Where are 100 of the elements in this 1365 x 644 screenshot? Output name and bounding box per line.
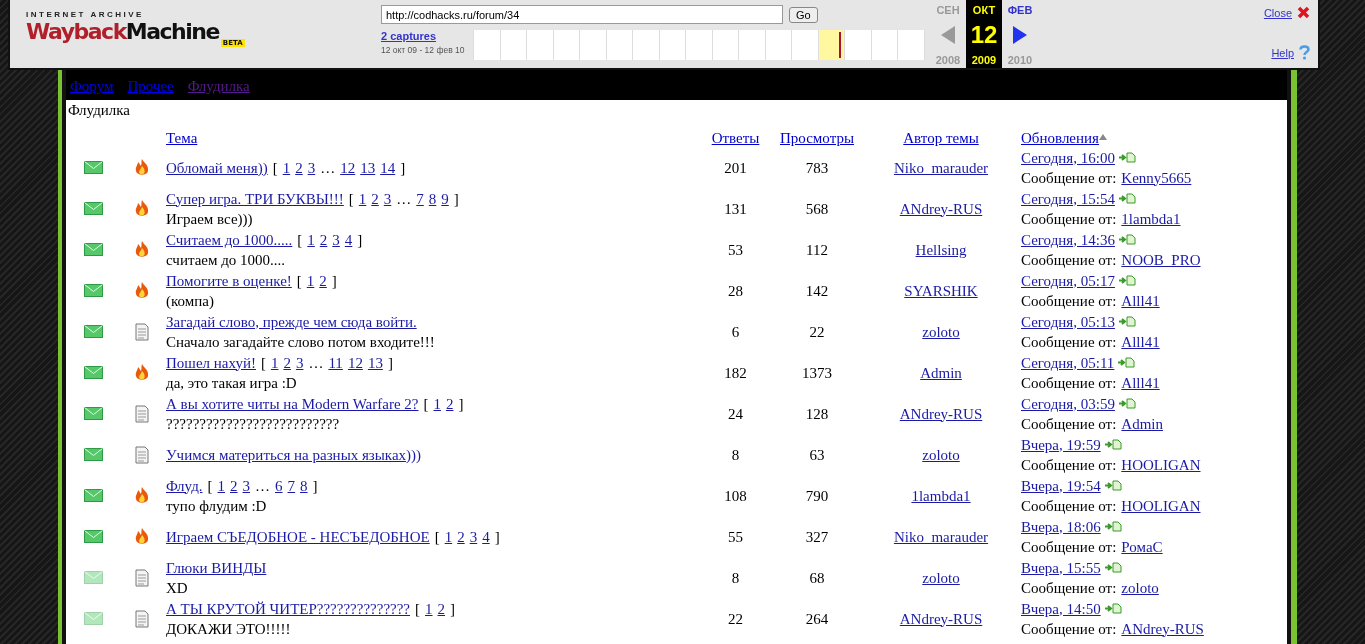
page-link[interactable]: 3 (469, 526, 478, 547)
page-link[interactable]: 1 (270, 352, 279, 373)
author-link[interactable]: zoloto (922, 321, 960, 342)
last-poster-link[interactable]: Alll41 (1121, 290, 1160, 311)
last-poster-link[interactable]: zoloto (1121, 577, 1159, 598)
page-link[interactable]: 14 (380, 157, 396, 178)
last-poster-link[interactable]: Kenny5665 (1121, 167, 1192, 188)
topic-link[interactable]: Загадай слово, прежде чем сюда войти. (166, 311, 417, 332)
last-poster-link[interactable]: РомаС (1121, 536, 1163, 557)
wayback-logo[interactable]: WaybackMachine $_{BETA}$ (26, 19, 245, 50)
topic-link[interactable]: Считаем до 1000..... (166, 229, 293, 250)
page-link[interactable]: 3 (332, 229, 340, 250)
last-post-time-link[interactable]: Сегодня, 15:54 (1021, 188, 1115, 209)
page-link[interactable]: 12 (347, 352, 363, 373)
column-header[interactable]: Автор темы (903, 130, 979, 147)
author-link[interactable]: 1lambda1 (911, 485, 971, 506)
page-link[interactable]: 2 (457, 526, 465, 547)
page-link[interactable]: 4 (344, 229, 353, 250)
page-link[interactable]: 1 (444, 526, 453, 547)
topic-link[interactable]: Флуд. (166, 475, 203, 496)
page-link[interactable]: 1 (306, 270, 315, 291)
page-link[interactable]: 11 (328, 352, 343, 373)
page-link[interactable]: 2 (283, 352, 291, 373)
column-header[interactable]: Просмотры (780, 130, 854, 147)
column-header[interactable]: Обновления (1021, 130, 1107, 147)
page-link[interactable]: 4 (482, 526, 490, 547)
page-link[interactable]: 1 (282, 157, 291, 178)
topic-link[interactable]: Играем СЪЕДОБНОЕ - НЕСЪЕДОБНОЕ (166, 526, 430, 547)
topic-description: считаем до 1000.... (166, 250, 286, 270)
url-field[interactable]: http://codhacks.ru/forum/34 (381, 5, 783, 24)
page-link[interactable]: 6 (275, 475, 283, 496)
topic-link[interactable]: А вы хотите читы на Modern Warfare 2? (166, 393, 419, 414)
last-poster-link[interactable]: ANdrey-RUS (1121, 618, 1204, 639)
last-post-time-link[interactable]: Вчера, 15:55 (1021, 557, 1101, 578)
page-link[interactable]: 1 (433, 393, 441, 414)
next-month[interactable]: ФЕВ (1007, 4, 1033, 16)
page-link[interactable]: 7 (416, 188, 424, 209)
page-link[interactable]: 3 (242, 475, 251, 496)
page-link[interactable]: 2 (295, 157, 303, 178)
page-link[interactable]: 8 (300, 475, 308, 496)
column-header[interactable]: Тема (166, 130, 198, 147)
page-link[interactable]: 13 (367, 352, 383, 373)
page-link[interactable]: 2 (230, 475, 238, 496)
topic-link[interactable]: А ТЫ КРУТОЙ ЧИТЕР?????????????? (166, 598, 410, 619)
author-link[interactable]: ANdrey-RUS (899, 608, 983, 629)
page-link[interactable]: 13 (360, 157, 376, 178)
topic-link[interactable]: Помогите в оценке! (166, 270, 292, 291)
last-poster-link[interactable]: Alll41 (1121, 372, 1160, 393)
page-link[interactable]: 3 (383, 188, 392, 209)
author-link[interactable]: Admin (920, 362, 962, 383)
page-link[interactable]: 2 (319, 229, 328, 250)
help-link[interactable]: Help (1271, 46, 1294, 59)
page-link[interactable]: 2 (445, 393, 454, 414)
page-link[interactable]: 2 (319, 270, 327, 291)
last-post-time-link[interactable]: Сегодня, 05:13 (1021, 311, 1115, 332)
author-link[interactable]: Hellsing (915, 239, 967, 260)
page-link[interactable]: 1 (358, 188, 367, 209)
last-post-time-link[interactable]: Сегодня, 05:11 (1021, 352, 1115, 373)
last-post-time-link[interactable]: Вчера, 14:50 (1021, 598, 1101, 619)
go-button[interactable]: Go (789, 6, 818, 23)
page-link[interactable]: 9 (441, 188, 449, 209)
last-post-time-link[interactable]: Сегодня, 05:17 (1021, 270, 1115, 291)
page-link[interactable]: 2 (437, 598, 445, 619)
author-link[interactable]: SYARSHIK (904, 280, 978, 301)
last-post-time-link[interactable]: Вчера, 19:59 (1021, 434, 1101, 455)
author-link[interactable]: Niko_marauder (893, 526, 989, 547)
last-poster-link[interactable]: 1lambda1 (1121, 208, 1181, 229)
author-link[interactable]: ANdrey-RUS (899, 198, 983, 219)
close-link[interactable]: Close (1263, 6, 1292, 19)
topic-link[interactable]: Пошел нахуй! (166, 352, 256, 373)
topic-link[interactable]: Супер игра. ТРИ БУКВЫ!!! (166, 188, 344, 209)
last-poster-link[interactable]: NOOB_PRO (1121, 249, 1201, 270)
topic-link[interactable]: Обломай меня)) (166, 157, 268, 178)
page-link[interactable]: 8 (428, 188, 437, 209)
topic-link[interactable]: Глюки ВИНДЫ (166, 557, 267, 578)
page-link[interactable]: 7 (287, 475, 296, 496)
last-post-time-link[interactable]: Вчера, 19:54 (1021, 475, 1101, 496)
last-poster-link[interactable]: Alll41 (1121, 331, 1160, 352)
author-link[interactable]: ANdrey-RUS (899, 403, 983, 424)
author-link[interactable]: Niko_marauder (893, 157, 989, 178)
page-link[interactable]: 2 (371, 188, 379, 209)
last-post-time-link[interactable]: Сегодня, 16:00 (1021, 147, 1115, 168)
last-post-time-link[interactable]: Сегодня, 03:59 (1021, 393, 1115, 414)
page-link[interactable]: 1 (217, 475, 226, 496)
last-poster-link[interactable]: Admin (1121, 413, 1163, 434)
page-link[interactable]: 3 (307, 157, 316, 178)
page-link[interactable]: 12 (340, 157, 356, 178)
reply-count: 8 (731, 445, 740, 465)
column-header[interactable]: Ответы (711, 130, 760, 147)
page-link[interactable]: 3 (295, 352, 304, 373)
page-link[interactable]: 1 (425, 598, 433, 619)
author-link[interactable]: zoloto (922, 567, 960, 588)
page-link[interactable]: 1 (307, 229, 315, 250)
author-link[interactable]: zoloto (922, 444, 960, 465)
last-poster-link[interactable]: HOOLIGAN (1121, 495, 1201, 516)
last-post-time-link[interactable]: Вчера, 18:06 (1021, 516, 1101, 537)
last-poster-link[interactable]: HOOLIGAN (1121, 454, 1201, 475)
captures-link[interactable]: 2 captures (381, 30, 473, 42)
last-post-time-link[interactable]: Сегодня, 14:36 (1021, 229, 1115, 250)
topic-link[interactable]: Учимся материться на разных языках))) (166, 444, 422, 465)
